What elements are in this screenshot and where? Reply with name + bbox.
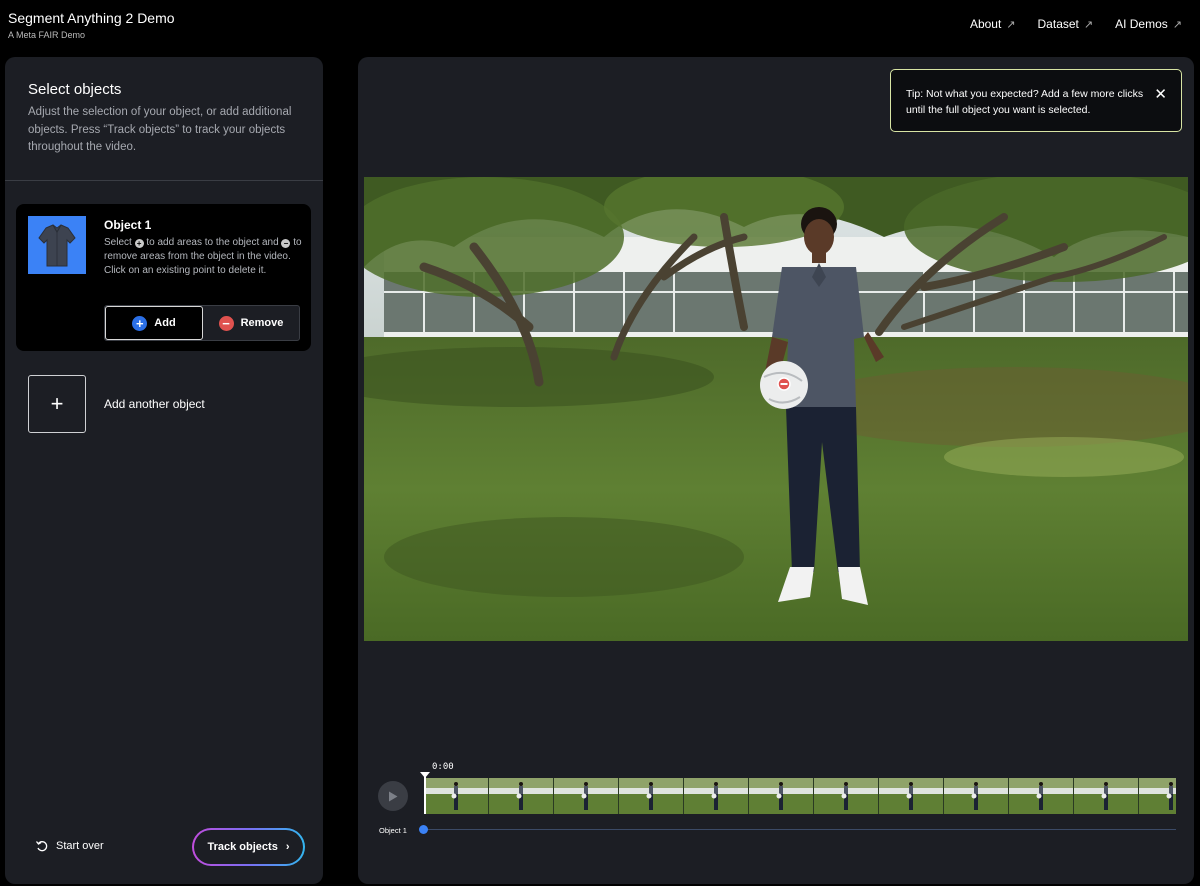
track-objects-button[interactable]: Track objects › [192,828,305,866]
timecode: 0:00 [432,762,454,772]
playhead-handle[interactable] [420,772,430,778]
plus-circle-icon: + [132,315,148,331]
add-another-object-label: Add another object [104,397,205,411]
external-arrow-icon: ↗ [1006,18,1016,31]
minus-dot-icon: − [281,239,291,248]
object-track-label: Object 1 [379,826,407,835]
app-header: Segment Anything 2 Demo A Meta FAIR Demo… [0,0,1200,56]
play-button[interactable] [378,781,408,811]
plus-dot-icon: + [134,239,144,248]
start-over-label: Start over [56,840,104,852]
external-arrow-icon: ↗ [1083,18,1094,31]
object-track-marker[interactable] [419,825,428,834]
top-nav: About ↗ Dataset ↗ AI Demos ↗ [970,17,1182,31]
app-subtitle: A Meta FAIR Demo [8,30,86,40]
object-thumbnail [28,216,86,274]
video-canvas[interactable] [364,177,1188,641]
object-track-line [424,829,1176,830]
object-help-text: Select + to add areas to the object and … [104,236,304,278]
chevron-right-icon: › [285,841,290,853]
track-objects-label: Track objects [207,841,278,853]
nav-link-dataset[interactable]: Dataset ↗ [1038,17,1094,31]
panel-description: Adjust the selection of your object, or … [28,106,292,153]
plus-icon: + [28,375,86,433]
track-objects-inner: Track objects › [194,830,303,864]
close-icon[interactable]: ✕ [1154,85,1167,103]
add-another-object-button[interactable]: + Add another object [28,375,308,433]
help-text-segment: Select [104,237,132,248]
nav-link-about[interactable]: About ↗ [970,17,1016,31]
playhead[interactable] [424,772,426,814]
panel-divider [5,180,323,181]
help-text-segment: to add areas to the object and [146,237,279,248]
app-title: Segment Anything 2 Demo [8,10,175,26]
add-button-label: Add [154,317,176,329]
minus-circle-icon: − [218,315,234,331]
object-name: Object 1 [104,218,152,232]
remove-button[interactable]: − Remove [203,306,299,340]
undo-icon [35,841,48,852]
nav-link-label: AI Demos [1115,17,1168,31]
filmstrip-frames [424,778,1176,814]
remove-button-label: Remove [240,317,284,329]
add-button[interactable]: + Add [105,306,203,340]
start-over-button[interactable]: Start over [35,839,104,853]
video-panel: Tip: Not what you expected? Add a few mo… [358,57,1194,884]
panel-title: Select objects [28,81,122,98]
object-card[interactable]: Object 1 Select + to add areas to the ob… [16,204,311,351]
play-icon [389,791,398,801]
nav-link-ai-demos[interactable]: AI Demos ↗ [1115,17,1182,31]
timeline-filmstrip[interactable] [424,778,1176,814]
external-arrow-icon: ↗ [1172,18,1182,31]
nav-link-label: About [969,17,1002,31]
add-remove-toggle: + Add − Remove [104,305,300,341]
video-frame-image [364,177,1188,641]
tip-toast: Tip: Not what you expected? Add a few mo… [890,69,1182,132]
nav-link-label: Dataset [1037,17,1079,31]
tip-text: Tip: Not what you expected? Add a few mo… [906,88,1144,116]
select-objects-panel: Select objects Adjust the selection of y… [5,57,323,884]
